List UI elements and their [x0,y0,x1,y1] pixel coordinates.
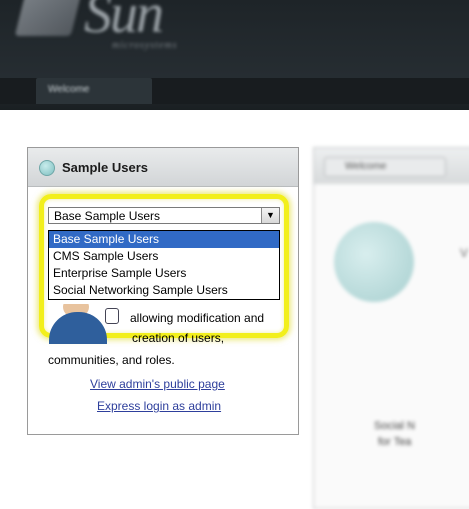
sun-logo-icon [14,0,82,36]
sun-logo[interactable]: Sun microsystems [14,0,214,64]
option-social-networking-sample-users[interactable]: Social Networking Sample Users [49,282,279,299]
nav-tab-label: Welcome [48,84,90,95]
masthead: Sun microsystems Welcome [0,0,469,110]
navigation-bar: Welcome [0,78,469,104]
admin-avatar [49,304,119,344]
logo-subtext: microsystems [112,40,178,51]
option-enterprise-sample-users[interactable]: Enterprise Sample Users [49,265,279,282]
description-line-3: communities, and roles. [48,353,175,367]
select-dropdown-list: Base Sample Users CMS Sample Users Enter… [48,230,280,300]
option-cms-sample-users[interactable]: CMS Sample Users [49,248,279,265]
select-current-value: Base Sample Users [54,209,161,223]
welcome-portlet-title-bar: Welcome [314,148,469,184]
portlet-title-bar: Sample Users [28,148,298,187]
logo-text: Sun [84,0,164,45]
description-line-1: allowing modification and [130,311,265,325]
option-base-sample-users[interactable]: Base Sample Users [49,231,279,248]
description-line-2: creation of users, [132,331,225,345]
welcome-avatar [334,222,414,302]
welcome-portlet-tab[interactable]: Welcome [324,157,446,177]
nav-tab-welcome[interactable]: Welcome [36,78,152,104]
welcome-partial-text: V [460,246,469,260]
welcome-portlet-tab-label: Welcome [345,161,387,172]
portlet-title: Sample Users [62,160,148,175]
view-admin-public-page-link[interactable]: View admin's public page [90,377,225,391]
welcome-text-line-2: for Tea [378,436,412,448]
express-login-link[interactable]: Express login as admin [97,399,221,413]
sample-users-select[interactable]: Base Sample Users ▼ [48,207,280,224]
welcome-text-line-1: Social N [374,420,415,432]
portlet-globe-icon [39,160,55,176]
chevron-down-icon[interactable]: ▼ [261,208,279,223]
welcome-portlet: Welcome V Social N for Tea [313,147,469,509]
